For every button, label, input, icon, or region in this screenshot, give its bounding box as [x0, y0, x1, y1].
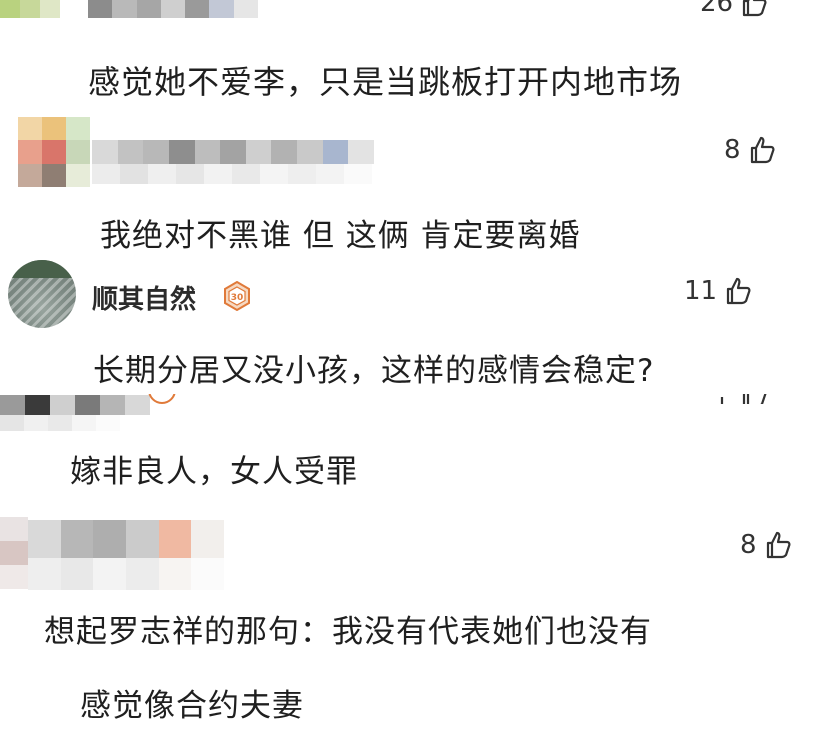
comment-feed: 26 感觉她不爱李，只是当跳板打开内地市场 8 我绝对不黑谁 但 这俩 肯定要离…	[0, 0, 818, 734]
blurred-username-fade	[92, 164, 372, 184]
comment-text: 感觉她不爱李，只是当跳板打开内地市场	[88, 63, 683, 101]
blurred-avatar-top	[0, 0, 80, 18]
blurred-username-top	[88, 0, 258, 18]
like-count: 26	[700, 0, 734, 18]
thumbs-up-icon	[766, 531, 791, 559]
comment-text: 长期分居又没小孩，这样的感情会稳定?	[93, 353, 655, 389]
like-button[interactable]: 8	[724, 135, 777, 165]
thumbs-up-icon	[726, 277, 751, 305]
blurred-username	[28, 520, 224, 558]
comment-text: 嫁非良人，女人受罪	[70, 454, 358, 490]
comment-text: 想起罗志祥的那句：我没有代表她们也没有	[44, 614, 652, 650]
username[interactable]: 顺其自然	[92, 279, 196, 316]
like-count: 8	[724, 135, 741, 165]
blurred-avatar	[18, 117, 90, 187]
blurred-username	[0, 395, 150, 415]
thumbs-up-icon	[720, 394, 767, 404]
blurred-username	[92, 140, 374, 164]
level-badge-icon	[148, 394, 176, 404]
thumbs-up-icon	[750, 136, 775, 164]
like-button[interactable]: 11	[684, 276, 753, 306]
level-badge-icon: 30	[222, 280, 252, 312]
blurred-avatar	[0, 517, 28, 589]
like-button[interactable]	[718, 394, 778, 404]
thumbs-up-icon	[742, 0, 767, 17]
comment-text: 感觉像合约夫妻	[80, 688, 304, 724]
like-count: 8	[740, 530, 757, 560]
like-count: 11	[684, 276, 718, 306]
avatar[interactable]	[8, 260, 76, 328]
like-button[interactable]: 26	[700, 0, 769, 18]
blurred-username-fade	[28, 558, 224, 590]
like-button[interactable]: 8	[740, 530, 793, 560]
blurred-username-fade	[0, 415, 120, 431]
comment-text: 我绝对不黑谁 但 这俩 肯定要离婚	[100, 218, 581, 254]
level-badge-text: 30	[231, 293, 244, 303]
